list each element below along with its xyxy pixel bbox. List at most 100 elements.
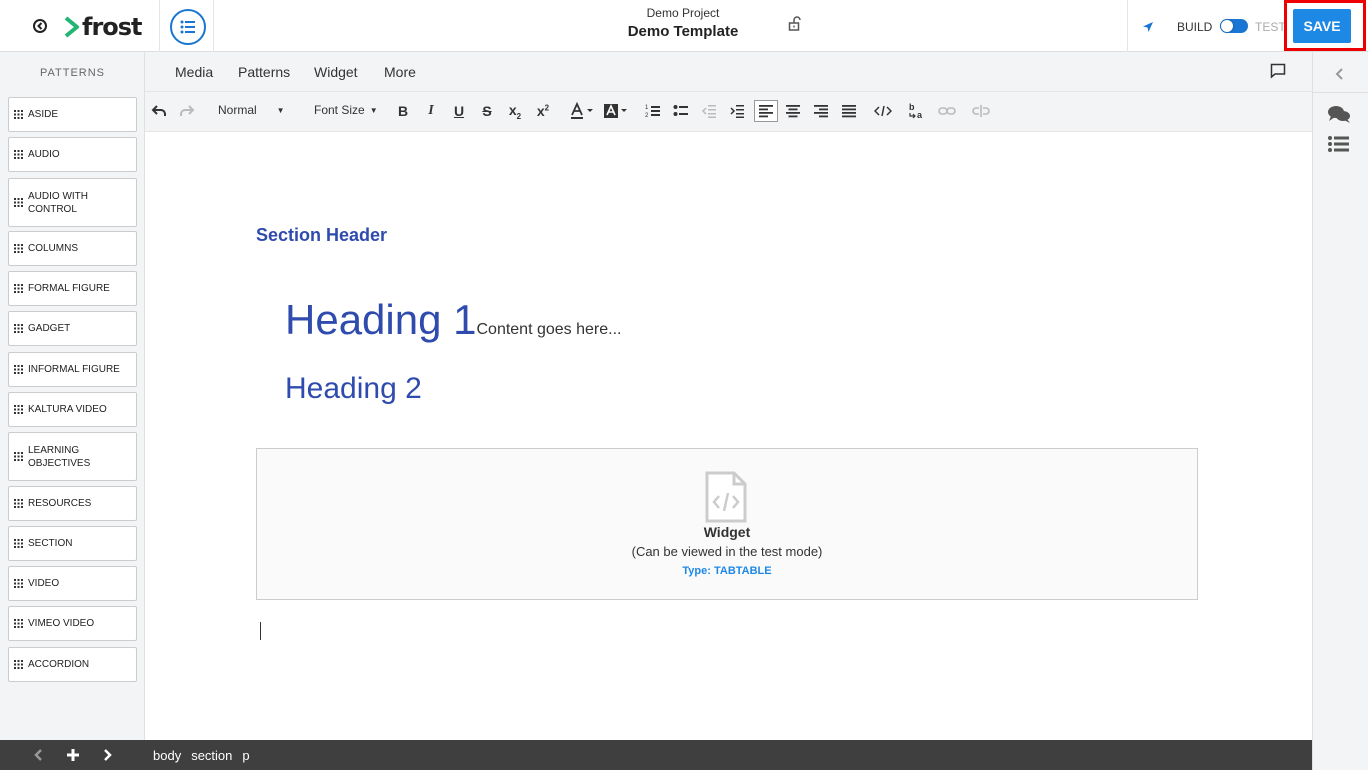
indent-icon [730, 105, 744, 118]
superscript-icon: x2 [536, 103, 550, 119]
pattern-item[interactable]: ACCORDION [8, 647, 137, 682]
pattern-item[interactable]: VIDEO [8, 566, 137, 601]
breadcrumb-body[interactable]: body [153, 748, 181, 763]
back-arrow-icon [33, 19, 47, 33]
strikethrough-button[interactable]: S [478, 102, 496, 120]
unlink-icon [972, 105, 990, 117]
drag-grip-icon [14, 110, 23, 119]
format-toolbar: Normal ▼ Font Size ▼ B I U S x2 x2 1 2 b… [145, 92, 1312, 132]
collapse-chevron-icon[interactable] [1327, 64, 1351, 84]
save-button[interactable]: SAVE [1293, 9, 1351, 43]
caret-down-icon: ▼ [369, 106, 378, 116]
pattern-item[interactable]: AUDIO [8, 137, 137, 172]
caret-down-icon: ▼ [276, 106, 285, 116]
subscript-button[interactable]: x2 [506, 102, 524, 121]
bullet-list-button[interactable] [672, 102, 690, 120]
frost-logo: frost [64, 13, 143, 41]
bold-button[interactable]: B [394, 102, 412, 120]
superscript-button[interactable]: x2 [534, 102, 552, 120]
breadcrumb-section[interactable]: section [191, 748, 232, 763]
location-arrow-icon [1143, 22, 1153, 32]
background-color-icon [604, 104, 627, 118]
pattern-item[interactable]: VIMEO VIDEO [8, 606, 137, 641]
build-test-toggle[interactable] [1220, 19, 1248, 33]
pattern-label: FORMAL FIGURE [28, 283, 110, 294]
menu-widget[interactable]: Widget [314, 64, 358, 80]
menu-more[interactable]: More [384, 64, 416, 80]
align-center-button[interactable] [784, 102, 802, 120]
section-header[interactable]: Section Header [256, 225, 387, 246]
pattern-item[interactable]: LEARNING OBJECTIVES [8, 432, 137, 481]
drag-grip-icon [14, 579, 23, 588]
pattern-label: LEARNING OBJECTIVES [28, 444, 91, 469]
breadcrumb-p[interactable]: p [242, 748, 249, 763]
code-file-icon [705, 471, 747, 523]
unlock-button[interactable] [788, 16, 802, 32]
svg-text:b: b [909, 102, 915, 112]
link-button[interactable] [938, 102, 956, 120]
plus-icon[interactable] [66, 748, 80, 762]
indent-button[interactable] [728, 102, 746, 120]
pattern-item[interactable]: AUDIO WITH CONTROL [8, 178, 137, 227]
header-divider [213, 0, 214, 52]
outdent-button[interactable] [700, 102, 718, 120]
back-button[interactable] [32, 18, 48, 34]
underline-button[interactable]: U [450, 102, 468, 120]
unlock-icon [788, 16, 801, 31]
editor-menu-bar: Media Patterns Widget More [145, 52, 1312, 92]
comment-button[interactable] [1270, 63, 1286, 79]
editor-canvas[interactable]: Section Header Heading 1Content goes her… [145, 132, 1312, 740]
italic-button[interactable]: I [422, 102, 440, 120]
format-select[interactable]: Normal ▼ [218, 103, 285, 117]
pattern-label: RESOURCES [28, 498, 92, 509]
background-color-button[interactable] [602, 102, 630, 120]
unlink-button[interactable] [972, 102, 990, 120]
align-left-button[interactable] [754, 100, 778, 122]
chevron-right-icon[interactable] [100, 748, 114, 762]
pattern-item[interactable]: ASIDE [8, 97, 137, 132]
top-bar: frost Demo Project Demo Template BUILD T… [0, 0, 1368, 52]
pattern-label: VIDEO [28, 578, 60, 589]
outline-list-icon[interactable] [1327, 134, 1351, 154]
pattern-item[interactable]: FORMAL FIGURE [8, 271, 137, 306]
pattern-item[interactable]: KALTURA VIDEO [8, 392, 137, 427]
build-mode-label: BUILD [1177, 20, 1213, 34]
pattern-label: GADGET [28, 323, 71, 334]
strikethrough-icon: S [482, 103, 492, 119]
heading-1[interactable]: Heading 1Content goes here... [285, 296, 621, 344]
logo-chevron-icon [64, 16, 79, 38]
menu-patterns[interactable]: Patterns [238, 64, 290, 80]
outline-toggle-button[interactable] [170, 9, 206, 45]
redo-button[interactable] [178, 102, 196, 120]
pattern-item[interactable]: RESOURCES [8, 486, 137, 521]
heading-2[interactable]: Heading 2 [285, 372, 422, 406]
widget-title: Widget [703, 524, 751, 540]
font-size-select-value: Font Size [314, 103, 365, 117]
pattern-label: AUDIO [28, 149, 60, 160]
header-divider [159, 0, 160, 52]
svg-text:1: 1 [645, 105, 649, 111]
pattern-item[interactable]: COLUMNS [8, 231, 137, 266]
undo-button[interactable] [150, 102, 168, 120]
pattern-item[interactable]: SECTION [8, 526, 137, 561]
source-code-button[interactable] [874, 102, 892, 120]
chevron-left-icon[interactable] [32, 748, 46, 762]
menu-media[interactable]: Media [175, 64, 213, 80]
pattern-label: VIMEO VIDEO [28, 618, 95, 629]
comments-icon[interactable] [1327, 104, 1351, 124]
font-size-select[interactable]: Font Size ▼ [314, 103, 378, 117]
pattern-item[interactable]: INFORMAL FIGURE [8, 352, 137, 387]
bullet-list-icon [673, 105, 688, 116]
drag-grip-icon [14, 198, 23, 207]
widget-placeholder[interactable]: Widget (Can be viewed in the test mode) … [256, 448, 1198, 600]
text-color-icon [571, 102, 593, 119]
align-right-button[interactable] [812, 102, 830, 120]
ordered-list-button[interactable]: 1 2 [644, 102, 662, 120]
svg-text:2: 2 [645, 113, 649, 119]
navigate-button[interactable] [1141, 20, 1155, 34]
align-justify-button[interactable] [840, 102, 858, 120]
test-mode-label: TEST [1255, 20, 1286, 34]
spell-check-button[interactable]: b a [908, 102, 926, 120]
pattern-item[interactable]: GADGET [8, 311, 137, 346]
text-color-button[interactable] [568, 102, 596, 120]
